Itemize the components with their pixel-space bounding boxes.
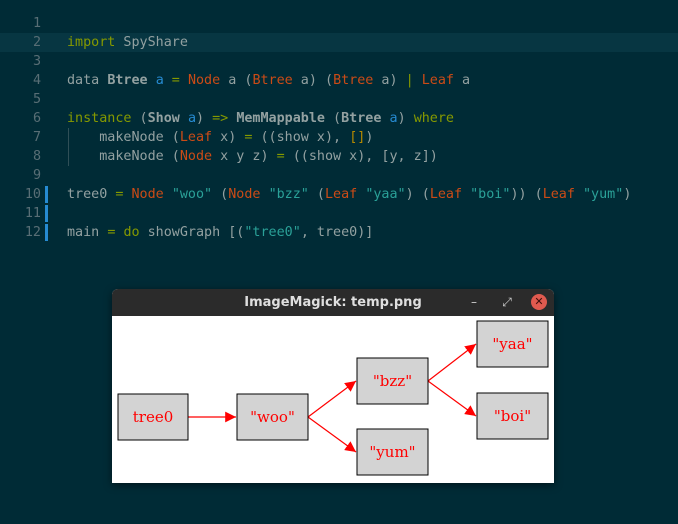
code-editor[interactable]: 1 2 import SpyShare 3 4 data Btree a = Node a… [0, 0, 678, 290]
code-line[interactable]: 3 [0, 52, 678, 71]
code-line[interactable]: 1 [0, 14, 678, 33]
graph-node-tree0: tree0 [117, 393, 189, 441]
line-number: 2 [32, 35, 41, 50]
line-number: 10 [24, 187, 41, 202]
line-number: 12 [24, 225, 41, 240]
git-change-marker [45, 186, 48, 203]
indent-guide [68, 128, 69, 166]
line-number: 4 [32, 73, 41, 88]
graph-node-woo: "woo" [236, 393, 309, 441]
code-text: instance (Show a) => MemMappable (Btree … [67, 111, 454, 126]
git-change-marker [45, 205, 48, 222]
node-label: tree0 [133, 408, 174, 426]
code-text: data Btree a = Node a (Btree a) (Btree a… [67, 73, 471, 88]
code-text: makeNode (Leaf x) = ((show x), []) [67, 130, 374, 145]
git-change-marker [45, 224, 48, 241]
maximize-button[interactable]: ⤢ [498, 289, 516, 316]
node-label: "bzz" [373, 372, 412, 390]
graph-node-yaa: "yaa" [476, 320, 549, 368]
graph-canvas: tree0 "woo" "bzz" "yum" "yaa" "boi" [117, 320, 549, 476]
code-line[interactable]: 2 import SpyShare [0, 33, 678, 52]
code-text: import SpyShare [67, 35, 188, 50]
node-label: "boi" [494, 407, 531, 425]
code-line[interactable]: 9 [0, 166, 678, 185]
code-line[interactable]: 11 [0, 204, 678, 223]
graph-node-yum: "yum" [356, 428, 429, 476]
line-number: 3 [32, 54, 41, 69]
graph-node-bzz: "bzz" [356, 357, 429, 405]
window-title: ImageMagick: temp.png [244, 295, 422, 310]
graph-node-boi: "boi" [476, 392, 549, 440]
code-line[interactable]: 5 [0, 90, 678, 109]
line-number: 7 [32, 130, 41, 145]
edge-bzz-yaa [427, 343, 477, 382]
close-button[interactable]: ✕ [531, 294, 547, 310]
minimize-button[interactable]: – [465, 289, 483, 316]
edge-bzz-boi [427, 380, 477, 417]
line-number: 5 [32, 92, 41, 107]
line-number: 11 [24, 206, 41, 221]
edge-woo-bzz [307, 380, 357, 418]
imagemagick-window[interactable]: ImageMagick: temp.png – ⤢ ✕ tree0 "woo" "b… [112, 289, 554, 483]
code-line[interactable]: 8 makeNode (Node x y z) = ((show x), [y,… [0, 147, 678, 166]
code-line[interactable]: 6 instance (Show a) => MemMappable (Btree… [0, 109, 678, 128]
code-line[interactable]: 4 data Btree a = Node a (Btree a) (Btree … [0, 71, 678, 90]
edge-woo-yum [307, 416, 357, 453]
node-label: "yum" [369, 443, 415, 461]
code-text: makeNode (Node x y z) = ((show x), [y, z… [67, 149, 438, 164]
code-text: tree0 = Node "woo" (Node "bzz" (Leaf "ya… [67, 187, 632, 202]
code-text: main = do showGraph [("tree0", tree0)] [67, 225, 374, 240]
code-line[interactable]: 7 makeNode (Leaf x) = ((show x), []) [0, 128, 678, 147]
line-number: 6 [32, 111, 41, 126]
code-line[interactable]: 10 tree0 = Node "woo" (Node "bzz" (Leaf "… [0, 185, 678, 204]
line-number: 8 [32, 149, 41, 164]
code-line[interactable]: 12 main = do showGraph [("tree0", tree0)] [0, 223, 678, 242]
line-number: 1 [32, 16, 41, 31]
line-number: 9 [32, 168, 41, 183]
node-label: "yaa" [492, 335, 532, 353]
window-titlebar[interactable]: ImageMagick: temp.png – ⤢ ✕ [112, 289, 554, 316]
node-label: "woo" [250, 408, 295, 426]
